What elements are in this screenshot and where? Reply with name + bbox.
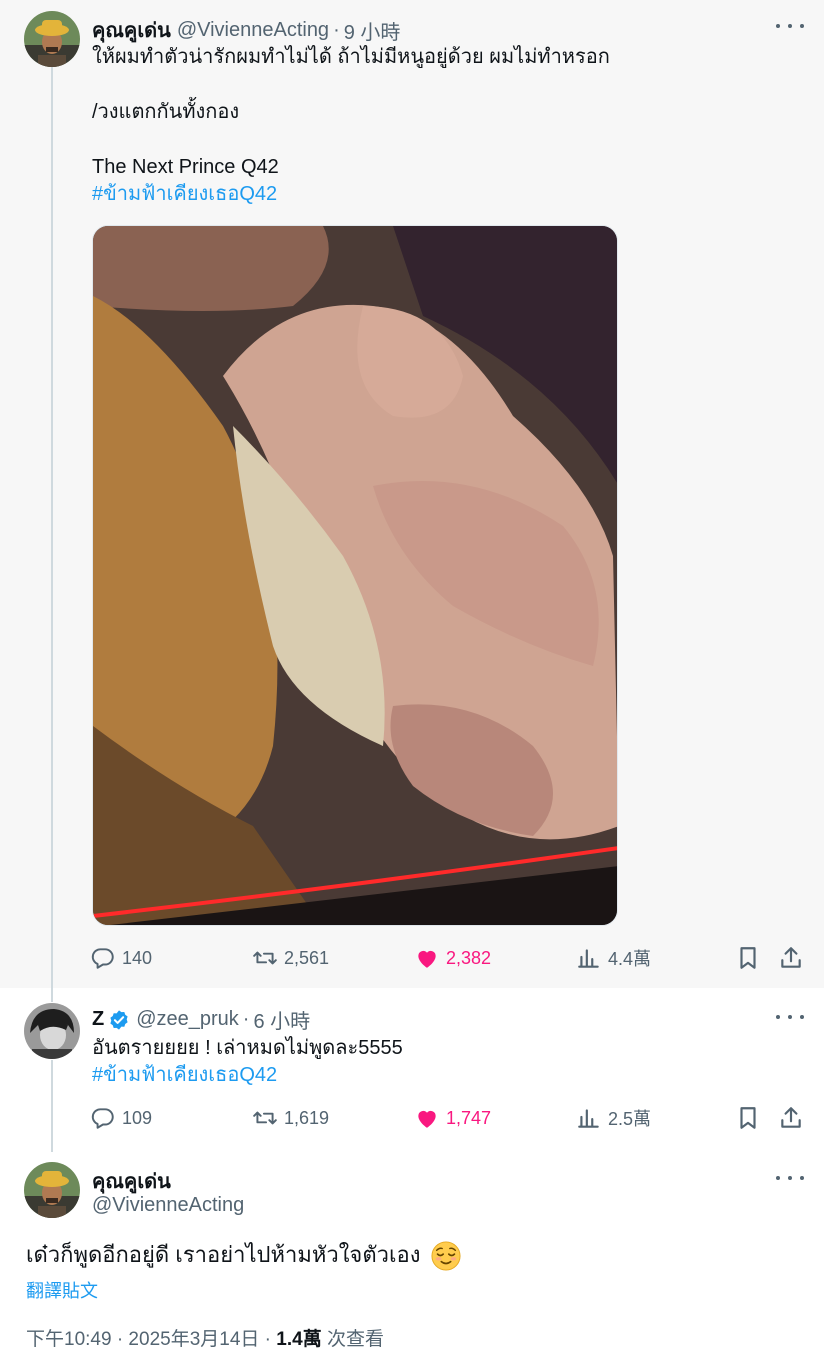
- handle[interactable]: @zee_pruk: [136, 1008, 239, 1031]
- tweet-reply: Z @zee_pruk · 6 小時 อันตรายยยย ! เล่าหมดไ…: [0, 988, 824, 1138]
- avatar[interactable]: [24, 11, 80, 67]
- heart-icon: [418, 1110, 436, 1128]
- tweet-actions: 140 2,561 2,382 4.4萬: [90, 945, 810, 973]
- share-button[interactable]: [778, 945, 810, 971]
- more-options-icon[interactable]: [776, 16, 804, 36]
- views-label: 次查看: [327, 1329, 385, 1350]
- repost-button[interactable]: 2,561: [252, 945, 329, 971]
- tweet-header: คุณคูเด่น @VivienneActing · 9 小時: [92, 14, 400, 46]
- post-meta: 下午10:49 · 2025年3月14日 · 1.4萬 次查看: [26, 1324, 384, 1351]
- repost-icon: [253, 1111, 277, 1125]
- bookmark-button[interactable]: [735, 1105, 767, 1131]
- tweet-actions: 109 1,619 1,747 2.5萬: [90, 1105, 810, 1133]
- repost-icon: [253, 951, 277, 965]
- hashtag-link[interactable]: #ข้ามฟ้าเคียงเธอQ42: [92, 1062, 277, 1088]
- avatar[interactable]: [24, 1162, 80, 1218]
- bookmark-button[interactable]: [735, 945, 767, 971]
- thread-line: [51, 988, 53, 1002]
- analytics-icon: [578, 949, 599, 968]
- share-button[interactable]: [778, 1105, 810, 1131]
- verified-badge-icon: [110, 1009, 128, 1030]
- reply-icon: [91, 948, 114, 969]
- tweet-main: คุณคูเด่น @VivienneActing · 9 小時 ให้ผมทำ…: [0, 0, 824, 988]
- handle[interactable]: @VivienneActing: [177, 19, 329, 42]
- tweet-text-line: ให้ผมทำตัวน่ารักผมทำไม่ได้ ถ้าไม่มีหนูอย…: [92, 46, 610, 68]
- tweet-text-row: เด๋วก็พูดอีกอยู่ดี เราอย่าไปห้ามหัวใจตัว…: [26, 1240, 461, 1271]
- timestamp[interactable]: 6 小時: [253, 1005, 310, 1034]
- tweet-header: Z @zee_pruk · 6 小時: [92, 1005, 310, 1034]
- thread-line: [51, 1060, 53, 1138]
- post-timestamp[interactable]: 下午10:49 · 2025年3月14日 ·: [26, 1329, 271, 1350]
- views-button[interactable]: 2.5萬: [576, 1105, 651, 1131]
- reply-count: 140: [122, 947, 153, 968]
- like-count: 1,747: [446, 1107, 492, 1128]
- thread-line: [51, 66, 53, 988]
- reply-count: 109: [122, 1107, 153, 1128]
- tweet-text-line: The Next Prince Q42: [92, 156, 279, 178]
- hashtag-link[interactable]: #ข้ามฟ้าเคียงเธอQ42: [92, 181, 277, 207]
- bookmark-icon: [740, 947, 756, 969]
- reply-button[interactable]: 140: [90, 945, 152, 971]
- tweet-text-line: /วงแตกกันทั้งกอง: [92, 101, 240, 123]
- tweet-handle-row: @VivienneActing: [92, 1194, 244, 1217]
- like-button[interactable]: 1,747: [414, 1105, 491, 1131]
- share-icon: [781, 947, 801, 968]
- timestamp[interactable]: 9 小時: [344, 16, 401, 45]
- more-options-icon[interactable]: [776, 1168, 804, 1188]
- translate-post-link[interactable]: 翻譯貼文: [26, 1277, 98, 1303]
- reply-icon: [91, 1108, 114, 1129]
- repost-button[interactable]: 1,619: [252, 1105, 329, 1131]
- like-button[interactable]: 2,382: [414, 945, 491, 971]
- tweet-header: คุณคูเด่น: [92, 1165, 171, 1197]
- heart-icon: [418, 950, 436, 968]
- reply-button[interactable]: 109: [90, 1105, 152, 1131]
- tweet-focused: คุณคูเด่น @VivienneActing เด๋วก็พูดอีกอย…: [0, 1138, 824, 1372]
- views-count: 1.4萬: [276, 1329, 322, 1350]
- separator-dot: ·: [242, 1008, 250, 1030]
- repost-count: 1,619: [284, 1107, 330, 1128]
- tweet-text: เด๋วก็พูดอีกอยู่ดี เราอย่าไปห้ามหัวใจตัว…: [26, 1242, 421, 1267]
- views-count: 2.5萬: [608, 1109, 652, 1129]
- repost-count: 2,561: [284, 947, 330, 968]
- display-name[interactable]: คุณคูเด่น: [92, 1165, 171, 1197]
- tweet-photo[interactable]: [92, 225, 618, 926]
- like-count: 2,382: [446, 947, 492, 968]
- handle[interactable]: @VivienneActing: [92, 1194, 244, 1217]
- views-button[interactable]: 4.4萬: [576, 945, 651, 971]
- avatar[interactable]: [24, 1003, 80, 1059]
- separator-dot: ·: [333, 18, 340, 41]
- relieved-face-icon: [431, 1241, 461, 1271]
- thread-line: [51, 1138, 53, 1152]
- analytics-icon: [578, 1109, 599, 1128]
- more-options-icon[interactable]: [776, 1007, 804, 1027]
- bookmark-icon: [740, 1107, 756, 1129]
- tweet-text: อันตรายยยย ! เล่าหมดไม่พูดละ5555: [92, 1037, 403, 1059]
- display-name[interactable]: Z: [92, 1008, 104, 1031]
- display-name[interactable]: คุณคูเด่น: [92, 14, 171, 46]
- views-count: 4.4萬: [608, 949, 652, 969]
- share-icon: [781, 1107, 801, 1128]
